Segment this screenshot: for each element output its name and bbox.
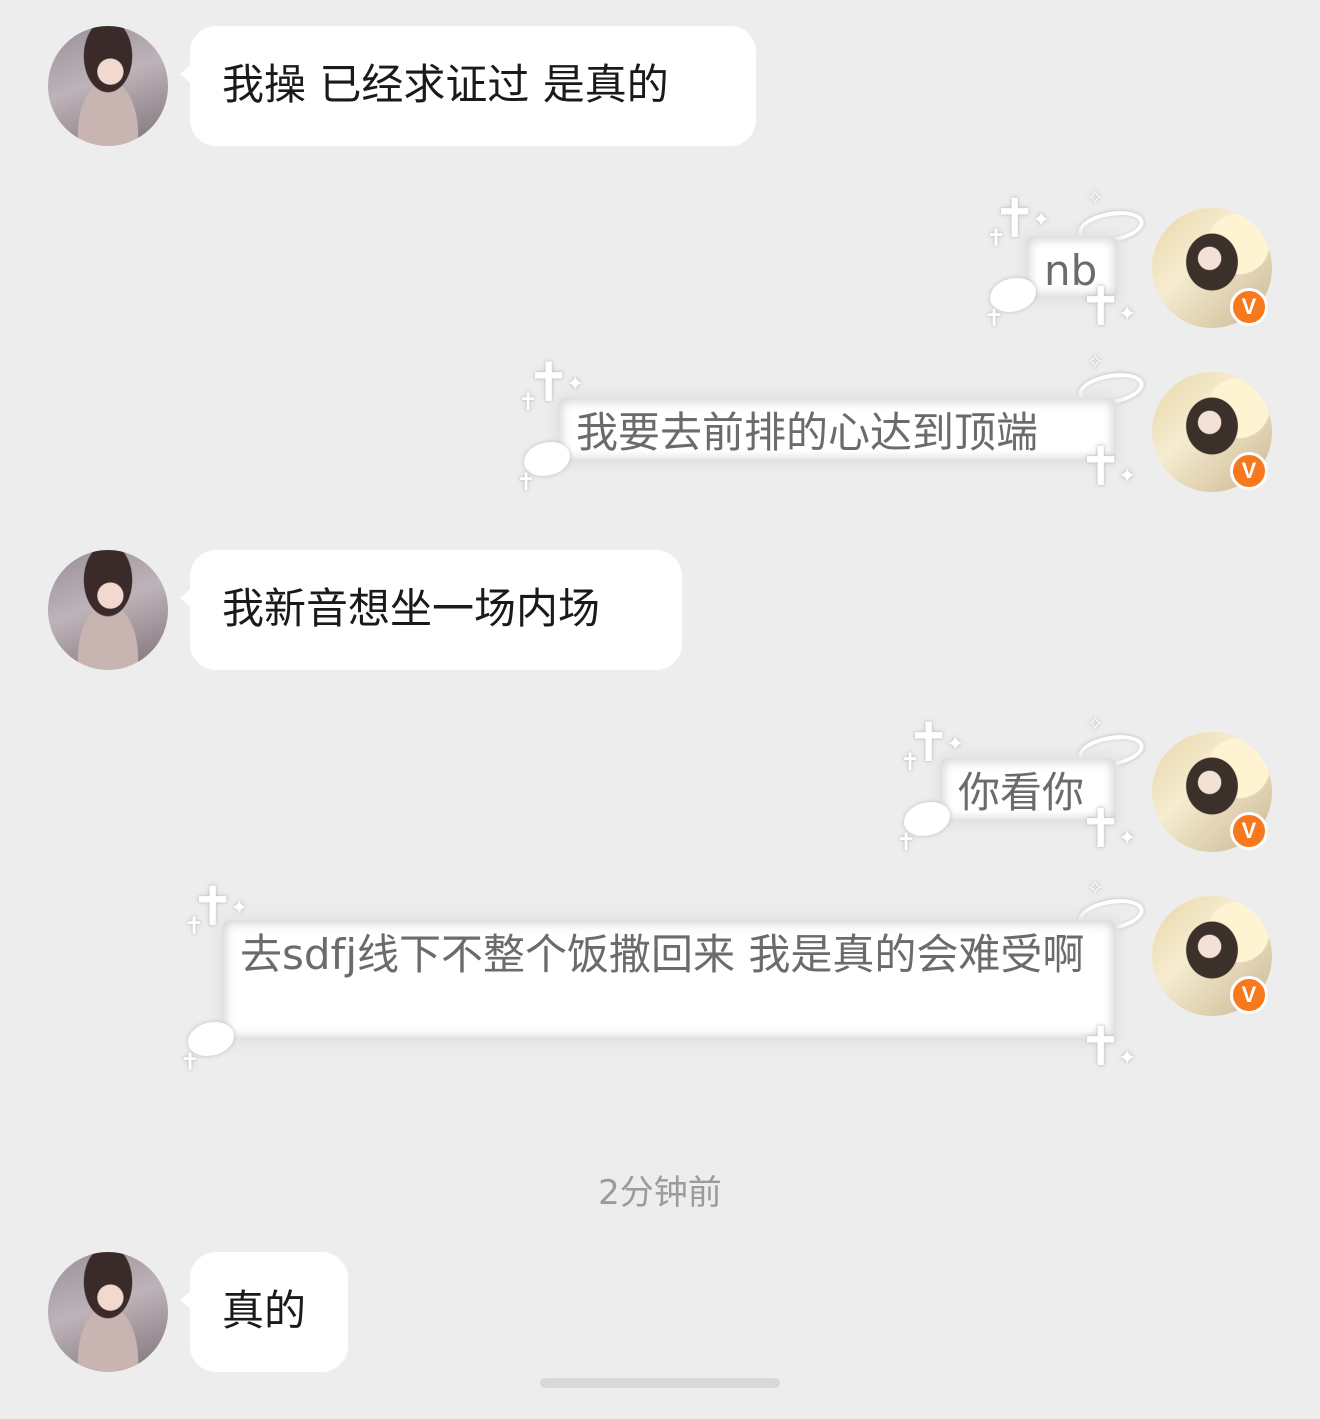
message-text: 去sdfj线下不整个饭撒回来 我是真的会难受啊 bbox=[240, 930, 1085, 979]
cross-icon: ✝ bbox=[1078, 797, 1124, 860]
message-bubble-incoming[interactable]: 我新音想坐一场内场 bbox=[180, 550, 682, 670]
star-icon: ✧ bbox=[1086, 350, 1105, 375]
message-text: 我新音想坐一场内场 bbox=[222, 584, 601, 633]
avatar-self[interactable]: V bbox=[1152, 372, 1272, 492]
message-bubble-incoming[interactable]: 我操 已经求证过 是真的 bbox=[180, 26, 756, 146]
cross-icon: ✝ bbox=[516, 468, 537, 496]
cross-icon: ✝ bbox=[1078, 1015, 1124, 1078]
star-icon: ✦ bbox=[230, 896, 249, 921]
verified-badge-icon: V bbox=[1230, 812, 1268, 850]
star-icon: ✦ bbox=[1118, 464, 1137, 489]
star-icon: ✦ bbox=[1118, 1046, 1137, 1071]
message-bubble-outgoing[interactable]: 我要去前排的心达到顶端 bbox=[558, 398, 1116, 462]
cross-icon: ✝ bbox=[184, 912, 205, 940]
verified-badge-icon: V bbox=[1230, 452, 1268, 490]
star-icon: ✦ bbox=[1118, 302, 1137, 327]
avatar-self[interactable]: V bbox=[1152, 732, 1272, 852]
star-icon: ✦ bbox=[566, 372, 585, 397]
star-icon: ✦ bbox=[1118, 826, 1137, 851]
message-text: 我操 已经求证过 是真的 bbox=[222, 60, 669, 109]
cross-icon: ✝ bbox=[986, 224, 1007, 252]
cross-icon: ✝ bbox=[1078, 435, 1124, 498]
chat-window: 我操 已经求证过 是真的 V ✝ ✝ ✦ ✧ nb ✝ ✝ ✦ V ✝ ✝ ✦ … bbox=[0, 0, 1320, 1419]
cross-icon: ✝ bbox=[900, 748, 921, 776]
message-text: 你看你 bbox=[958, 768, 1085, 817]
avatar-self[interactable]: V bbox=[1152, 208, 1272, 328]
timestamp-divider: 2分钟前 bbox=[598, 1173, 722, 1213]
avatar-other[interactable] bbox=[48, 26, 168, 146]
star-icon: ✧ bbox=[1086, 712, 1105, 737]
avatar-other[interactable] bbox=[48, 550, 168, 670]
verified-badge-icon: V bbox=[1230, 976, 1268, 1014]
home-indicator bbox=[540, 1378, 780, 1388]
star-icon: ✧ bbox=[1086, 186, 1105, 211]
message-text: 我要去前排的心达到顶端 bbox=[576, 408, 1039, 457]
verified-badge-icon: V bbox=[1230, 288, 1268, 326]
message-text: 真的 bbox=[222, 1286, 307, 1335]
star-icon: ✧ bbox=[1086, 876, 1105, 901]
message-bubble-incoming[interactable]: 真的 bbox=[180, 1252, 348, 1372]
cross-icon: ✝ bbox=[984, 304, 1005, 332]
cross-icon: ✝ bbox=[518, 388, 539, 416]
star-icon: ✦ bbox=[1032, 208, 1051, 233]
avatar-other[interactable] bbox=[48, 1252, 168, 1372]
star-icon: ✦ bbox=[946, 732, 965, 757]
avatar-self[interactable]: V bbox=[1152, 896, 1272, 1016]
cross-icon: ✝ bbox=[1078, 275, 1124, 338]
message-bubble-outgoing[interactable]: 去sdfj线下不整个饭撒回来 我是真的会难受啊 bbox=[222, 920, 1116, 1040]
cross-icon: ✝ bbox=[896, 828, 917, 856]
cross-icon: ✝ bbox=[180, 1048, 201, 1076]
